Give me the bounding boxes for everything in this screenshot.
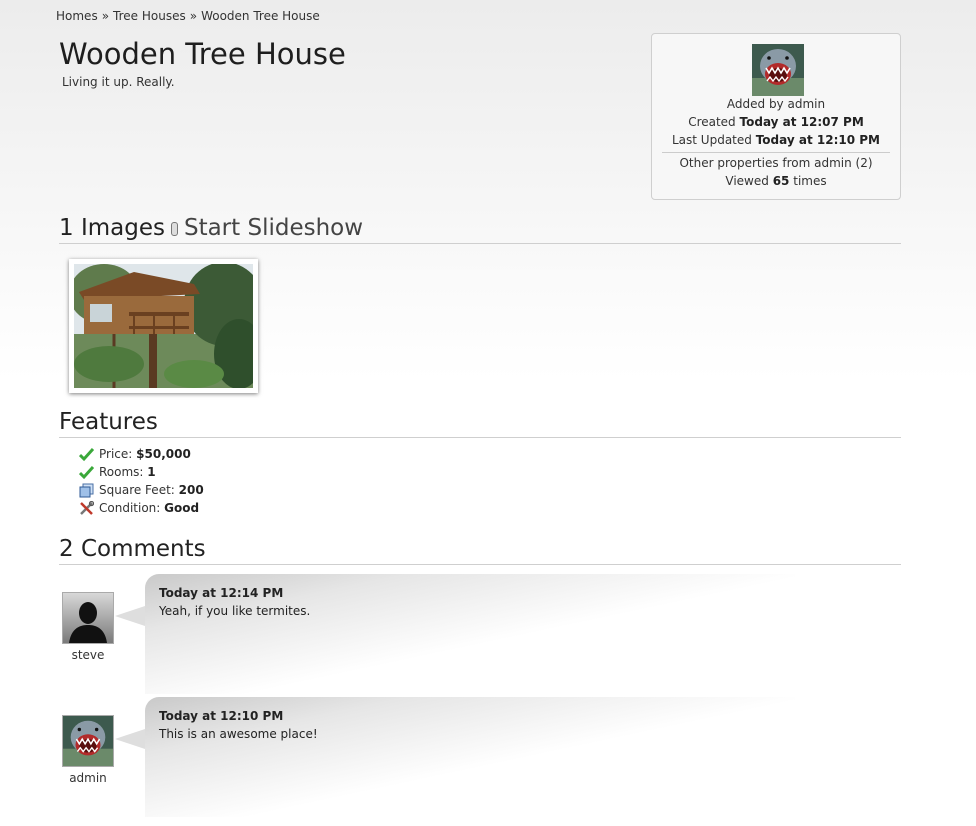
added-by: Added by admin xyxy=(652,97,900,111)
feature-value: 200 xyxy=(178,483,204,497)
updated-label: Last Updated xyxy=(672,133,752,147)
shark-avatar-icon xyxy=(752,44,804,96)
viewed-suffix: times xyxy=(793,174,827,188)
added-by-label: Added by xyxy=(726,97,784,111)
created-date: Created Today at 12:07 PM xyxy=(652,115,900,129)
commenter-avatar[interactable] xyxy=(62,592,114,644)
created-label: Created xyxy=(688,115,736,129)
start-slideshow-link[interactable]: Start Slideshow xyxy=(184,215,363,241)
breadcrumb-separator: » xyxy=(189,9,198,23)
feature-price: Price: $50,000 xyxy=(79,445,204,463)
feature-label: Square Feet: xyxy=(99,483,175,497)
comment-text: This is an awesome place! xyxy=(159,727,318,741)
breadcrumb-link-tree-houses[interactable]: Tree Houses xyxy=(113,9,186,23)
breadcrumb-link-homes[interactable]: Homes xyxy=(56,9,98,23)
commenter-name[interactable]: admin xyxy=(62,771,114,785)
comments-heading: 2 Comments xyxy=(59,536,901,565)
view-count: Viewed 65 times xyxy=(652,174,900,188)
square-icon xyxy=(79,483,94,498)
feature-value: Good xyxy=(164,501,200,515)
tools-icon xyxy=(80,501,94,515)
feature-value: $50,000 xyxy=(136,447,191,461)
images-heading-text: 1 Images xyxy=(59,215,165,241)
updated-date: Last Updated Today at 12:10 PM xyxy=(652,133,900,147)
info-divider xyxy=(662,152,890,153)
commenter-name[interactable]: steve xyxy=(62,648,114,662)
feature-condition: Condition: Good xyxy=(79,499,204,517)
feature-square-feet: Square Feet: 200 xyxy=(79,481,204,499)
paperclip-icon xyxy=(170,221,178,236)
person-silhouette-icon xyxy=(63,593,113,643)
feature-label: Rooms: xyxy=(99,465,144,479)
page-tagline: Living it up. Really. xyxy=(62,75,175,89)
comment-bubble: Today at 12:14 PM Yeah, if you like term… xyxy=(115,574,795,694)
check-icon xyxy=(79,447,94,462)
breadcrumb-separator: » xyxy=(101,9,110,23)
check-icon xyxy=(79,465,94,480)
page-title: Wooden Tree House xyxy=(59,37,346,71)
other-properties: Other properties from admin (2) xyxy=(652,156,900,170)
owner-avatar[interactable] xyxy=(752,44,804,96)
features-list: Price: $50,000 Rooms: 1 Square Feet: 200… xyxy=(79,445,204,517)
feature-label: Condition: xyxy=(99,501,161,515)
features-heading: Features xyxy=(59,409,901,438)
viewed-count: 65 xyxy=(772,174,790,188)
other-properties-link[interactable]: Other properties from admin (2) xyxy=(679,156,872,170)
feature-rooms: Rooms: 1 xyxy=(79,463,204,481)
comment-text: Yeah, if you like termites. xyxy=(159,604,311,618)
feature-value: 1 xyxy=(147,465,156,479)
listing-info-box: Added by admin Created Today at 12:07 PM… xyxy=(651,33,901,200)
created-value: Today at 12:07 PM xyxy=(739,115,864,129)
comment-time: Today at 12:10 PM xyxy=(159,709,284,723)
comment-time: Today at 12:14 PM xyxy=(159,586,284,600)
breadcrumb-current: Wooden Tree House xyxy=(201,9,320,23)
images-heading: 1 Images Start Slideshow xyxy=(59,215,901,244)
commenter-avatar[interactable] xyxy=(62,715,114,767)
property-image-thumbnail[interactable] xyxy=(69,259,258,393)
feature-label: Price: xyxy=(99,447,133,461)
tree-house-photo xyxy=(74,264,253,388)
breadcrumb: Homes» Tree Houses» Wooden Tree House xyxy=(56,9,320,23)
shark-avatar-icon xyxy=(63,716,113,766)
viewed-label: Viewed xyxy=(725,174,769,188)
updated-value: Today at 12:10 PM xyxy=(755,133,880,147)
added-by-user-link[interactable]: admin xyxy=(787,97,825,111)
comment-bubble: Today at 12:10 PM This is an awesome pla… xyxy=(115,697,795,817)
